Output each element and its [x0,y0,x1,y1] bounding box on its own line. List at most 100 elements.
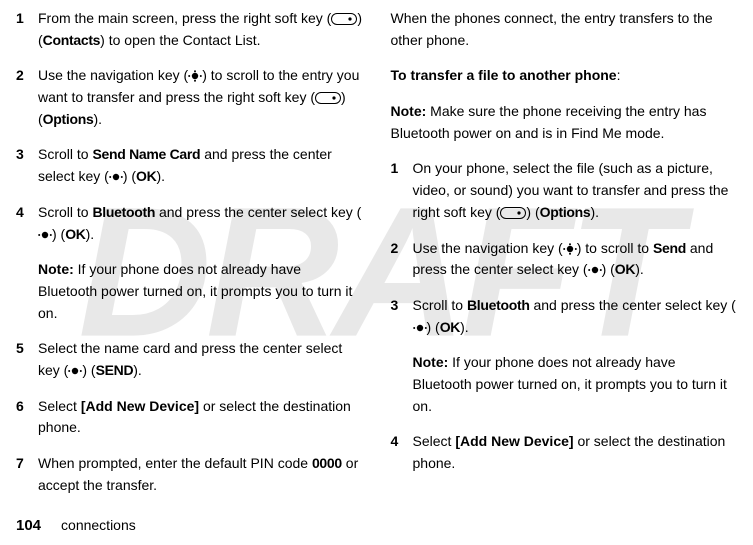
step-text: When prompted, enter the default PIN cod… [38,453,363,496]
step-number: 1 [391,158,413,180]
text: ) ( [52,226,65,242]
menu-term: Bluetooth [92,204,155,220]
text: Select [38,398,81,414]
list-item: 5 Select the name card and press the cen… [16,338,363,381]
text: ) ( [123,168,136,184]
soft-key-icon [315,92,341,104]
text: ) ( [526,204,539,220]
text: ). [156,168,165,184]
step-text: Select the name card and press the cente… [38,338,363,381]
step-text: Scroll to Bluetooth and press the center… [413,295,738,338]
text: ). [460,319,469,335]
note-paragraph: Note: Make sure the phone receiving the … [391,101,738,144]
step-number: 7 [16,453,38,475]
text: Make sure the phone receiving the entry … [391,103,707,141]
soft-key-label: OK [65,226,85,242]
step-text: Scroll to Bluetooth and press the center… [38,202,363,245]
text: ) ( [602,261,615,277]
text: Scroll to [38,204,92,220]
list-item: 2 Use the navigation key ( ) to scroll to… [391,238,738,281]
text: Scroll to [413,297,467,313]
step-number: 6 [16,396,38,418]
soft-key-icon [331,13,357,25]
list-item: 4 Scroll to Bluetooth and press the cent… [16,202,363,245]
step-number: 5 [16,338,38,360]
list-item: 6 Select [Add New Device] or select the … [16,396,363,439]
step-number: 2 [391,238,413,260]
right-column: When the phones connect, the entry trans… [391,8,738,510]
text: ). [86,226,95,242]
menu-term: [Add New Device] [455,433,573,449]
soft-key-label: OK [440,319,460,335]
text: Use the navigation key ( [38,67,188,83]
text: Select [413,433,456,449]
step-text: On your phone, select the file (such as … [413,158,738,223]
menu-term: Send Name Card [92,146,200,162]
center-key-icon [109,171,123,183]
page-body: 1 From the main screen, press the right … [0,0,753,516]
soft-key-label: Options [43,111,94,127]
text: Scroll to [38,146,92,162]
text: ). [635,261,644,277]
note-paragraph: Note: If your phone does not already hav… [38,259,363,324]
step-number: 4 [391,431,413,453]
list-item: 1 On your phone, select the file (such a… [391,158,738,223]
step-text: Scroll to Send Name Card and press the c… [38,144,363,187]
paragraph: When the phones connect, the entry trans… [391,8,738,51]
text: ). [590,204,599,220]
note-label: Note: [38,261,74,277]
soft-key-label: OK [136,168,156,184]
step-text: Select [Add New Device] or select the de… [413,431,738,474]
text: If your phone does not already have Blue… [38,261,352,320]
text: Use the navigation key ( [413,240,563,256]
list-item: 1 From the main screen, press the right … [16,8,363,51]
text: and press the center select key ( [155,204,361,220]
text: ). [93,111,102,127]
page-number: 104 [16,517,41,534]
text: ) ( [427,319,440,335]
soft-key-label: Contacts [43,32,101,48]
soft-key-label: Options [540,204,591,220]
text: and press the center select key ( [530,297,736,313]
text: If your phone does not already have Blue… [413,354,727,413]
step-number: 1 [16,8,38,30]
note-label: Note: [391,103,427,119]
list-item: 2 Use the navigation key () to scroll to… [16,65,363,130]
step-number: 4 [16,202,38,224]
center-key-icon [68,365,82,377]
text: ) to open the Contact List. [100,32,260,48]
nav-key-icon [188,70,202,82]
step-text: Use the navigation key ( ) to scroll to S… [413,238,738,281]
menu-term: 0000 [312,455,342,471]
soft-key-label: SEND [96,362,134,378]
subheading: To transfer a file to another phone: [391,65,738,87]
step-number: 3 [16,144,38,166]
step-number: 2 [16,65,38,87]
step-text: Use the navigation key () to scroll to t… [38,65,363,130]
text: ) to scroll to [577,240,653,256]
text: : [617,67,621,83]
text: From the main screen, press the right so… [38,10,331,26]
list-item: 4 Select [Add New Device] or select the … [391,431,738,474]
center-key-icon [38,229,52,241]
note-paragraph: Note: If your phone does not already hav… [413,352,738,417]
text: ) ( [82,362,95,378]
subheading-text: To transfer a file to another phone [391,67,617,83]
menu-term: Send [653,240,686,256]
text: ). [133,362,142,378]
step-text: From the main screen, press the right so… [38,8,363,51]
center-key-icon [588,264,602,276]
section-title: connections [61,517,136,533]
menu-term: Bluetooth [467,297,530,313]
list-item: 3 Scroll to Bluetooth and press the cent… [391,295,738,338]
step-number: 3 [391,295,413,317]
text: When prompted, enter the default PIN cod… [38,455,312,471]
nav-key-icon [563,243,577,255]
menu-term: [Add New Device] [81,398,199,414]
left-column: 1 From the main screen, press the right … [16,8,363,510]
soft-key-icon [500,207,526,219]
page-footer: 104 connections [16,514,136,537]
list-item: 7 When prompted, enter the default PIN c… [16,453,363,496]
note-label: Note: [413,354,449,370]
step-text: Select [Add New Device] or select the de… [38,396,363,439]
